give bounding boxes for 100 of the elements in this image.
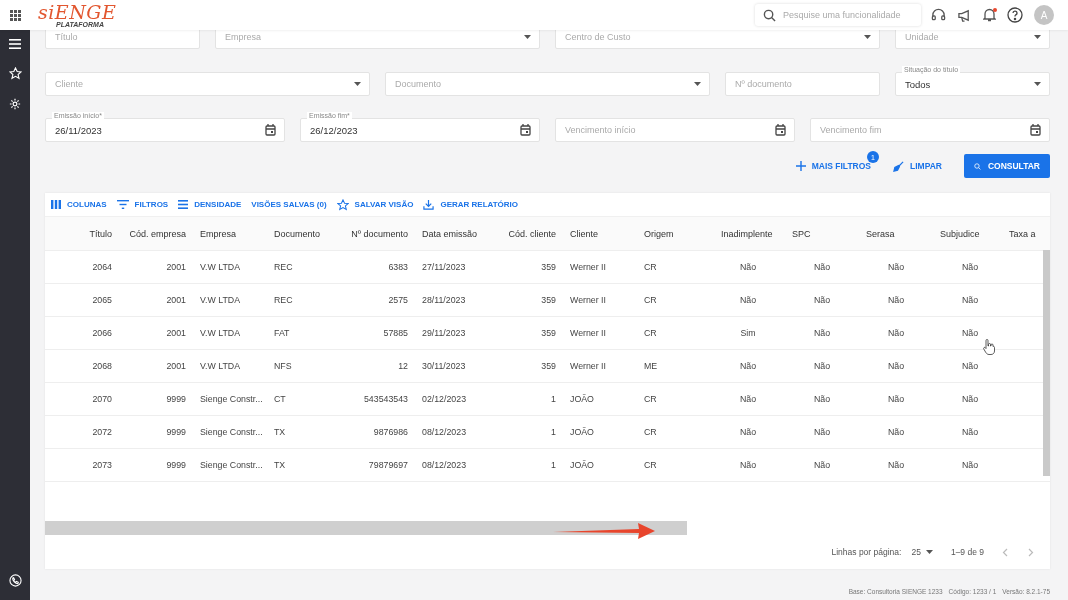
table-cell: CR <box>644 460 657 470</box>
calendar-icon[interactable] <box>265 124 276 136</box>
horizontal-scrollbar[interactable] <box>45 521 687 535</box>
table-cell: Não <box>887 361 905 371</box>
caret-icon <box>925 550 933 554</box>
table-cell: 79879697 <box>368 460 408 470</box>
toolbar-button[interactable]: SALVAR VISÃO <box>336 198 414 211</box>
column-header[interactable]: Origem <box>644 228 674 239</box>
table-cell: Não <box>813 427 831 437</box>
table-cell: 9999 <box>166 394 186 404</box>
clear-button[interactable]: LIMPAR <box>893 160 942 172</box>
table-cell: ME <box>644 361 658 371</box>
rows-per-page-label: Linhas por página: <box>831 547 902 557</box>
table-cell: Não <box>961 262 979 272</box>
phone-icon[interactable] <box>8 574 22 587</box>
calendar-icon[interactable] <box>775 124 786 136</box>
table-cell: Não <box>961 295 979 305</box>
table-cell: Não <box>813 460 831 470</box>
headset-icon[interactable] <box>931 8 946 22</box>
table-cell: 12 <box>398 361 408 371</box>
dropdown-caret-icon <box>354 82 361 86</box>
column-header[interactable]: SPC <box>792 228 811 239</box>
table-cell: Não <box>739 460 757 470</box>
help-icon[interactable] <box>1007 7 1023 23</box>
table-cell: Não <box>739 295 757 305</box>
search-button[interactable]: CONSULTAR <box>964 154 1050 178</box>
table-cell: V.W LTDA <box>200 361 241 371</box>
table-cell: 2001 <box>166 328 186 338</box>
table-cell: V.W LTDA <box>200 262 241 272</box>
table-cell: CR <box>644 427 657 437</box>
table-cell: 2073 <box>92 460 112 470</box>
select-field[interactable]: Empresa <box>215 30 540 49</box>
table-cell: Não <box>961 394 979 404</box>
table-cell: 08/12/2023 <box>422 460 467 470</box>
table-cell: 2072 <box>92 427 112 437</box>
dropdown-caret-icon <box>1034 35 1041 39</box>
table-cell: Sienge Constr... <box>200 460 263 470</box>
table-cell: CR <box>644 394 657 404</box>
column-header[interactable]: Subjudice <box>940 228 980 239</box>
column-header[interactable]: Título <box>89 228 112 239</box>
download-icon <box>423 199 435 210</box>
vertical-scrollbar[interactable] <box>1043 250 1050 476</box>
table-cell: 2068 <box>92 361 112 371</box>
column-header[interactable]: Empresa <box>200 228 236 239</box>
table-cell: Não <box>961 361 979 371</box>
menu-icon[interactable] <box>9 39 21 49</box>
table-cell: 359 <box>541 328 556 338</box>
toolbar-button[interactable]: GERAR RELATÓRIO <box>423 199 519 210</box>
table-cell: V.W LTDA <box>200 328 241 338</box>
table-cell: 359 <box>541 361 556 371</box>
columns-icon <box>51 200 61 209</box>
table-cell: Não <box>887 295 905 305</box>
calendar-icon[interactable] <box>520 124 531 136</box>
density-icon <box>178 200 189 209</box>
calendar-icon[interactable] <box>1030 124 1041 136</box>
table-cell: CR <box>644 295 657 305</box>
toolbar-button[interactable]: COLUNAS <box>51 200 107 209</box>
column-header[interactable]: Serasa <box>866 228 895 239</box>
table-cell: 1 <box>551 394 556 404</box>
table-cell: Não <box>813 328 831 338</box>
table-cell: CT <box>274 394 286 404</box>
table-cell: 6383 <box>388 262 408 272</box>
bell-icon[interactable] <box>983 8 996 22</box>
table-cell: V.W LTDA <box>200 295 241 305</box>
table-cell: 9999 <box>166 460 186 470</box>
star-icon[interactable] <box>8 67 22 80</box>
text-field[interactable]: Título <box>45 30 200 49</box>
table-cell: 1 <box>551 427 556 437</box>
dropdown-caret-icon <box>524 35 531 39</box>
select-field[interactable]: Unidade <box>895 30 1050 49</box>
table-cell: 2001 <box>166 295 186 305</box>
select-field[interactable]: Centro de Custo <box>555 30 880 49</box>
dropdown-caret-icon <box>864 35 871 39</box>
table-cell: Não <box>887 427 905 437</box>
toolbar-button[interactable]: FILTROS <box>116 200 169 209</box>
table-cell: 29/11/2023 <box>422 328 466 338</box>
table-cell: REC <box>274 295 293 305</box>
rows-per-page-select[interactable]: 25 <box>911 547 933 557</box>
table-cell: 9999 <box>166 427 186 437</box>
megaphone-icon[interactable] <box>957 8 972 22</box>
search-field[interactable]: Pesquise uma funcionalidade <box>755 4 921 26</box>
table-cell: 9876986 <box>373 427 408 437</box>
toolbar-button[interactable]: VISÕES SALVAS (0) <box>251 200 327 209</box>
page-range: 1–9 de 9 <box>950 547 984 557</box>
hand-cursor-icon <box>983 339 995 355</box>
table-cell: 2065 <box>92 295 112 305</box>
table-cell: JOÃO <box>570 460 594 470</box>
table-cell: Não <box>813 295 831 305</box>
more-filters-button[interactable]: MAIS FILTROS <box>795 161 872 171</box>
table-cell: Werner II <box>570 328 606 338</box>
table-cell: Werner II <box>570 295 606 305</box>
toolbar-button[interactable]: DENSIDADE <box>178 200 242 209</box>
dropdown-caret-icon <box>694 82 701 86</box>
table-cell: 2066 <box>92 328 112 338</box>
column-header[interactable]: Cliente <box>570 228 598 239</box>
table-cell: 30/11/2023 <box>422 361 466 371</box>
table-cell: TX <box>274 427 286 437</box>
table-cell: Sienge Constr... <box>200 394 263 404</box>
apps-icon[interactable] <box>9 9 21 21</box>
settings-icon[interactable] <box>9 98 21 110</box>
